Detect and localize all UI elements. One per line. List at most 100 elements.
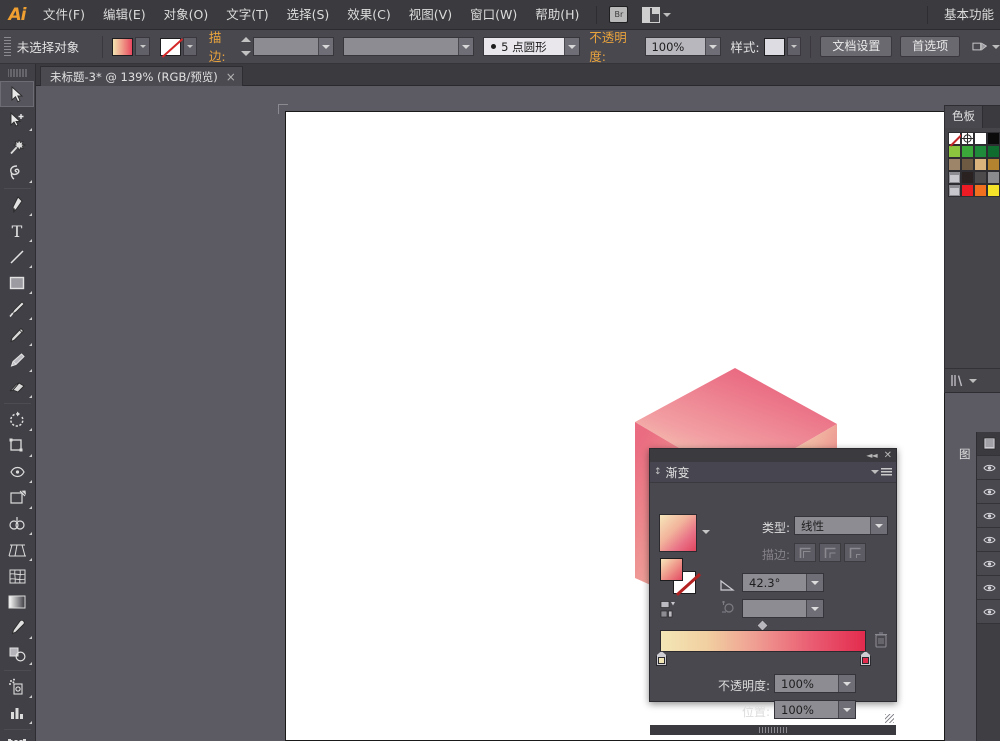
width-tool[interactable] bbox=[0, 459, 34, 485]
symbol-sprayer-tool[interactable] bbox=[0, 674, 34, 700]
dock-appearance-4[interactable] bbox=[977, 528, 1000, 552]
align-to-selection-icon[interactable] bbox=[972, 40, 987, 54]
swatch-green-2[interactable] bbox=[961, 145, 974, 158]
menu-object[interactable]: 对象(O) bbox=[155, 0, 218, 30]
swatch-black[interactable] bbox=[987, 132, 1000, 145]
stroke-along-button[interactable] bbox=[819, 543, 841, 562]
brush-dropdown-button[interactable] bbox=[563, 38, 579, 55]
panel-menu-button[interactable] bbox=[871, 467, 892, 477]
eraser-tool[interactable] bbox=[0, 374, 34, 400]
swatch-dark-2[interactable] bbox=[974, 171, 987, 184]
stroke-color-swatch[interactable] bbox=[159, 37, 181, 56]
fill-indicator-gradient[interactable] bbox=[660, 558, 683, 581]
fill-swatch-dropdown[interactable] bbox=[135, 37, 150, 56]
dock-tab-label[interactable]: 图 bbox=[959, 446, 975, 462]
close-icon[interactable]: × bbox=[226, 70, 236, 84]
swatch-red[interactable] bbox=[961, 184, 974, 197]
swatch-white[interactable] bbox=[974, 132, 987, 145]
control-bar-grip[interactable] bbox=[4, 36, 11, 57]
shape-builder-tool[interactable] bbox=[0, 511, 34, 537]
gradient-presets-dropdown[interactable] bbox=[702, 530, 710, 534]
gradient-aspect-dropdown-button[interactable] bbox=[806, 600, 823, 617]
document-tab[interactable]: 未标题-3* @ 139% (RGB/预览) × bbox=[40, 66, 243, 86]
swatch-yellow[interactable] bbox=[987, 184, 1000, 197]
gradient-stop-start[interactable] bbox=[656, 651, 667, 666]
fill-color-swatch[interactable] bbox=[112, 37, 134, 56]
swatch-brown-2[interactable] bbox=[961, 158, 974, 171]
pencil-tool[interactable] bbox=[0, 322, 34, 348]
swatch-dark-3[interactable] bbox=[987, 171, 1000, 184]
go-to-bridge-button[interactable]: Br bbox=[609, 6, 629, 23]
swatch-brown-4[interactable] bbox=[987, 158, 1000, 171]
free-transform-tool[interactable] bbox=[0, 485, 34, 511]
gradient-ramp[interactable] bbox=[660, 630, 866, 652]
pen-tool[interactable] bbox=[0, 192, 34, 218]
column-graph-tool[interactable] bbox=[0, 700, 34, 726]
graphic-style-dropdown[interactable] bbox=[786, 37, 802, 56]
blend-tool[interactable] bbox=[0, 641, 34, 667]
selection-tool[interactable] bbox=[0, 81, 34, 107]
menu-effect[interactable]: 效果(C) bbox=[338, 0, 399, 30]
stroke-weight-stepper[interactable] bbox=[241, 37, 252, 56]
collapse-icon[interactable]: ◄◄ bbox=[866, 451, 877, 460]
stroke-weight-combo[interactable] bbox=[252, 37, 334, 56]
gradient-aspect-combo[interactable] bbox=[742, 599, 824, 618]
swatch-dark-1[interactable] bbox=[961, 171, 974, 184]
menu-type[interactable]: 文字(T) bbox=[217, 0, 277, 30]
direct-selection-tool[interactable] bbox=[0, 107, 34, 133]
swatch-brown-1[interactable] bbox=[948, 158, 961, 171]
gradient-panel[interactable]: ◄◄ ✕ ↕ 渐变 类型: 线性 描边: 42.3° 不透明度: 100% 位置… bbox=[649, 448, 897, 735]
gradient-type-combo[interactable]: 线性 bbox=[794, 516, 888, 535]
opacity-label[interactable]: 不透明度: bbox=[589, 27, 642, 66]
tools-panel-grip[interactable] bbox=[7, 67, 28, 79]
dock-appearance-5[interactable] bbox=[977, 552, 1000, 576]
gradient-opacity-combo[interactable]: 100% bbox=[774, 674, 856, 693]
dock-appearance-2[interactable] bbox=[977, 480, 1000, 504]
dock-appearance-7[interactable] bbox=[977, 600, 1000, 624]
opacity-dropdown-button[interactable] bbox=[704, 38, 720, 55]
gradient-slider[interactable] bbox=[656, 619, 871, 666]
swatches-grid[interactable] bbox=[945, 128, 1000, 197]
dock-layers[interactable] bbox=[977, 432, 1000, 456]
menu-window[interactable]: 窗口(W) bbox=[461, 0, 526, 30]
arrange-documents-button[interactable] bbox=[642, 6, 672, 23]
stroke-weight-dropdown-button[interactable] bbox=[317, 38, 333, 55]
lasso-tool[interactable] bbox=[0, 159, 34, 185]
swatch-orange[interactable] bbox=[974, 184, 987, 197]
panel-resize-grip[interactable] bbox=[885, 714, 894, 723]
swatch-brown-3[interactable] bbox=[974, 158, 987, 171]
menu-edit[interactable]: 编辑(E) bbox=[94, 0, 155, 30]
swatch-green-3[interactable] bbox=[974, 145, 987, 158]
swatch-registration[interactable] bbox=[961, 132, 974, 145]
gradient-opacity-dropdown-button[interactable] bbox=[838, 675, 855, 692]
stroke-profile-dropdown-button[interactable] bbox=[457, 38, 473, 55]
menu-help[interactable]: 帮助(H) bbox=[526, 0, 588, 30]
stroke-swatch-dropdown[interactable] bbox=[182, 37, 198, 56]
gradient-angle-dropdown-button[interactable] bbox=[806, 574, 823, 591]
gradient-angle-combo[interactable]: 42.3° bbox=[742, 573, 824, 592]
graphic-style-swatch[interactable] bbox=[763, 37, 785, 56]
close-icon[interactable]: ✕ bbox=[884, 450, 892, 461]
eyedropper-tool[interactable] bbox=[0, 615, 34, 641]
opacity-combo[interactable]: 100% bbox=[645, 37, 721, 56]
swatch-green-1[interactable] bbox=[948, 145, 961, 158]
menu-view[interactable]: 视图(V) bbox=[400, 0, 461, 30]
stroke-across-button[interactable] bbox=[844, 543, 866, 562]
swatch-none[interactable] bbox=[948, 132, 961, 145]
swatch-group-folder-1[interactable] bbox=[948, 171, 961, 184]
reverse-gradient-button[interactable] bbox=[660, 600, 686, 620]
panel-drag-grip[interactable] bbox=[759, 727, 787, 733]
line-segment-tool[interactable] bbox=[0, 244, 34, 270]
gradient-panel-tab[interactable]: ↕ 渐变 bbox=[650, 462, 896, 483]
magic-wand-tool[interactable] bbox=[0, 133, 34, 159]
stroke-within-button[interactable] bbox=[794, 543, 816, 562]
gradient-stroke-options[interactable] bbox=[794, 543, 866, 562]
swatch-libraries-icon[interactable] bbox=[950, 374, 966, 387]
gradient-type-dropdown-button[interactable] bbox=[870, 517, 887, 534]
document-setup-button[interactable]: 文档设置 bbox=[820, 36, 893, 57]
menu-file[interactable]: 文件(F) bbox=[34, 0, 94, 30]
chevron-down-icon[interactable] bbox=[992, 44, 1000, 49]
tab-swatches[interactable]: 色板 bbox=[945, 106, 983, 128]
rectangle-tool[interactable] bbox=[0, 270, 34, 296]
expand-collapse-icon[interactable]: ↕ bbox=[654, 467, 662, 477]
